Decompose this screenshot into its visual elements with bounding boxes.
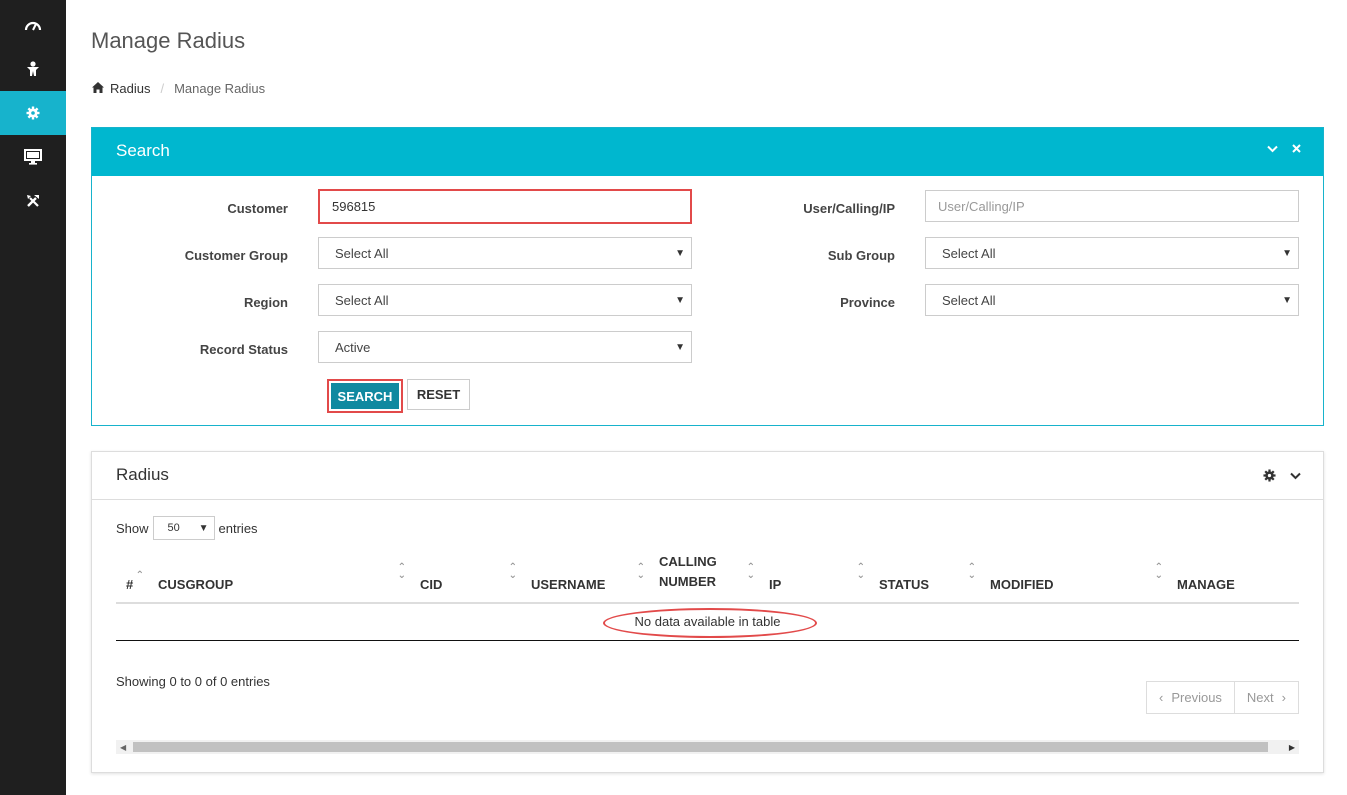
sort-icon: ⌃ ⌄ xyxy=(856,562,865,581)
chevron-down-icon[interactable] xyxy=(1290,472,1301,480)
column-header-status[interactable]: STATUS ⌃ ⌄ xyxy=(869,552,980,604)
sidebar xyxy=(0,0,66,795)
tools-icon xyxy=(25,193,41,209)
sort-icon: ⌃ ⌄ xyxy=(967,562,976,581)
search-panel-header: Search xyxy=(92,128,1323,176)
user-calling-ip-label: User/Calling/IP xyxy=(803,201,895,216)
sort-asc-icon: ⌃ xyxy=(135,570,144,581)
caret-down-icon: ▼ xyxy=(675,248,685,259)
region-value: Select All xyxy=(335,293,389,308)
search-button[interactable]: SEARCH xyxy=(327,379,403,413)
reset-button[interactable]: RESET xyxy=(407,379,470,410)
column-header-modified[interactable]: MODIFIED ⌃ ⌄ xyxy=(980,552,1167,604)
column-header-number[interactable]: # ⌃ xyxy=(116,552,148,604)
sort-icon: ⌃ ⌄ xyxy=(508,562,517,581)
sub-group-value: Select All xyxy=(942,246,996,261)
close-icon[interactable] xyxy=(1292,144,1301,153)
gear-icon[interactable] xyxy=(1263,469,1276,482)
sidebar-item-tools[interactable] xyxy=(0,179,66,223)
sort-icon: ⌃ ⌄ xyxy=(1154,562,1163,581)
entries-label: entries xyxy=(218,520,258,536)
caret-down-icon: ▼ xyxy=(675,342,685,353)
user-icon xyxy=(26,61,40,77)
sidebar-item-dashboard[interactable] xyxy=(0,3,66,47)
region-label: Region xyxy=(243,295,288,310)
caret-down-icon: ▼ xyxy=(1282,295,1292,306)
customer-label: Customer xyxy=(227,201,288,216)
empty-table-cell: No data available in table xyxy=(116,603,1299,641)
province-label: Province xyxy=(840,295,895,310)
column-header-cusgroup[interactable]: CUSGROUP ⌃ ⌄ xyxy=(148,552,410,604)
radius-table: # ⌃ CUSGROUP ⌃ ⌄ CID ⌃ ⌄ USERNAME ⌃ ⌄ CALLING N… xyxy=(116,552,1299,641)
table-row: No data available in table xyxy=(116,603,1299,641)
record-status-label: Record Status xyxy=(199,342,288,357)
breadcrumb: Radius / Manage Radius xyxy=(92,81,265,96)
chevron-down-icon[interactable] xyxy=(1267,145,1278,153)
province-value: Select All xyxy=(942,293,996,308)
breadcrumb-home-link[interactable]: Radius xyxy=(110,81,150,96)
customer-group-label: Customer Group xyxy=(184,248,288,263)
sidebar-item-monitor[interactable] xyxy=(0,135,66,179)
highlight-oval xyxy=(603,608,817,638)
table-header-row: # ⌃ CUSGROUP ⌃ ⌄ CID ⌃ ⌄ USERNAME ⌃ ⌄ CALLING N… xyxy=(116,552,1299,604)
province-select[interactable]: Select All ▼ xyxy=(925,284,1299,316)
user-calling-ip-input[interactable] xyxy=(925,190,1299,222)
scroll-left-icon[interactable]: ◀ xyxy=(120,743,126,752)
record-status-select[interactable]: Active ▼ xyxy=(318,331,692,363)
sub-group-label: Sub Group xyxy=(827,248,895,263)
pagination: ‹ Previous Next › xyxy=(1146,681,1299,714)
show-entries: Show 50 ▼ entries xyxy=(116,516,258,540)
breadcrumb-separator: / xyxy=(160,81,165,96)
scrollbar-thumb[interactable] xyxy=(133,742,1268,752)
scroll-right-icon[interactable]: ▶ xyxy=(1289,743,1295,752)
breadcrumb-current: Manage Radius xyxy=(174,81,266,96)
column-header-cid[interactable]: CID ⌃ ⌄ xyxy=(410,552,521,604)
gear-icon xyxy=(26,106,40,120)
chevron-right-icon: › xyxy=(1281,690,1286,705)
dashboard-icon xyxy=(24,18,42,32)
show-label: Show xyxy=(116,520,149,536)
page-title: Manage Radius xyxy=(91,28,246,53)
column-header-username[interactable]: USERNAME ⌃ ⌄ xyxy=(521,552,649,604)
page-length-value: 50 xyxy=(167,522,180,534)
sidebar-item-user[interactable] xyxy=(0,47,66,91)
region-select[interactable]: Select All ▼ xyxy=(318,284,692,316)
radius-panel-title: Radius xyxy=(116,465,169,484)
column-header-calling-number[interactable]: CALLING NUMBER ⌃ ⌄ xyxy=(649,552,759,604)
caret-down-icon: ▼ xyxy=(1282,248,1292,259)
search-panel: Search Customer Customer Group Select Al… xyxy=(91,127,1324,426)
record-status-value: Active xyxy=(335,340,371,355)
column-header-manage: MANAGE xyxy=(1167,552,1299,604)
sub-group-select[interactable]: Select All ▼ xyxy=(925,237,1299,269)
page-length-select[interactable]: 50 ▼ xyxy=(152,516,215,540)
sidebar-item-settings[interactable] xyxy=(0,91,66,135)
previous-button[interactable]: ‹ Previous xyxy=(1147,682,1234,713)
horizontal-scrollbar[interactable]: ◀ ▶ xyxy=(116,740,1299,754)
chevron-left-icon: ‹ xyxy=(1159,690,1164,705)
radius-panel: Radius Show 50 ▼ entries # ⌃ CUSGROUP ⌃ ⌄ C… xyxy=(91,451,1324,773)
sort-icon: ⌃ ⌄ xyxy=(636,562,645,581)
caret-down-icon: ▼ xyxy=(675,295,685,306)
caret-down-icon: ▼ xyxy=(198,523,209,534)
next-button[interactable]: Next › xyxy=(1233,682,1298,713)
monitor-icon xyxy=(24,149,42,165)
home-icon[interactable] xyxy=(92,81,104,96)
customer-input[interactable] xyxy=(318,189,692,224)
customer-group-select[interactable]: Select All ▼ xyxy=(318,237,692,269)
customer-group-value: Select All xyxy=(335,246,389,261)
radius-panel-header: Radius xyxy=(92,452,1323,500)
table-info: Showing 0 to 0 of 0 entries xyxy=(116,674,270,689)
sort-icon: ⌃ ⌄ xyxy=(746,562,755,581)
sort-icon: ⌃ ⌄ xyxy=(397,562,406,581)
column-header-ip[interactable]: IP ⌃ ⌄ xyxy=(759,552,869,604)
search-panel-title: Search xyxy=(116,141,170,160)
